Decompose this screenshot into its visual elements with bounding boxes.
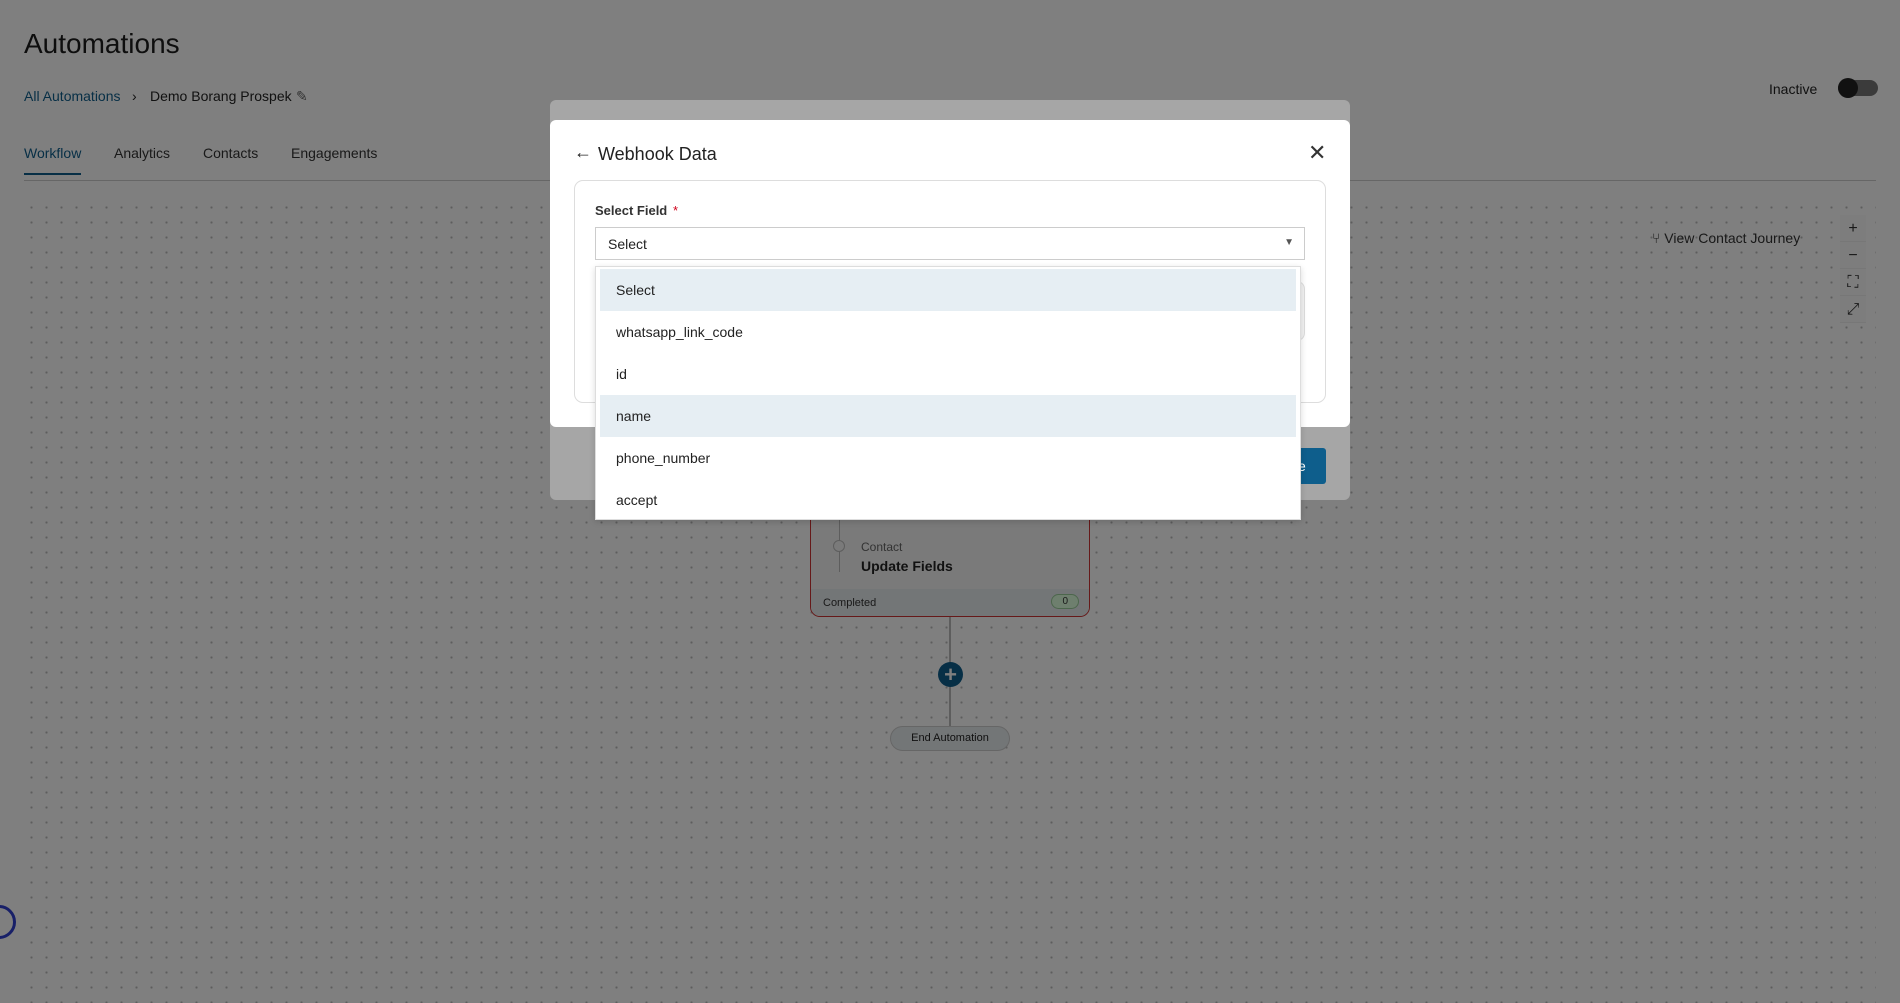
required-mark: *: [673, 203, 679, 218]
option-name[interactable]: name: [600, 395, 1296, 437]
option-whatsapp-link-code[interactable]: whatsapp_link_code: [600, 311, 1296, 353]
select-field-label: Select Field: [595, 203, 668, 218]
caret-down-icon: ▼: [1284, 237, 1294, 248]
modal-title: Webhook Data: [598, 144, 717, 164]
select-options-list: Select whatsapp_link_code id name phone_…: [595, 266, 1301, 520]
option-accept[interactable]: accept: [600, 479, 1296, 521]
option-select[interactable]: Select: [600, 269, 1296, 311]
option-id[interactable]: id: [600, 353, 1296, 395]
select-value: Select: [608, 236, 647, 252]
back-arrow-icon[interactable]: ←: [574, 142, 592, 163]
select-field-dropdown[interactable]: Select ▼: [595, 227, 1305, 260]
close-icon[interactable]: ✕: [1308, 140, 1326, 166]
option-phone-number[interactable]: phone_number: [600, 437, 1296, 479]
